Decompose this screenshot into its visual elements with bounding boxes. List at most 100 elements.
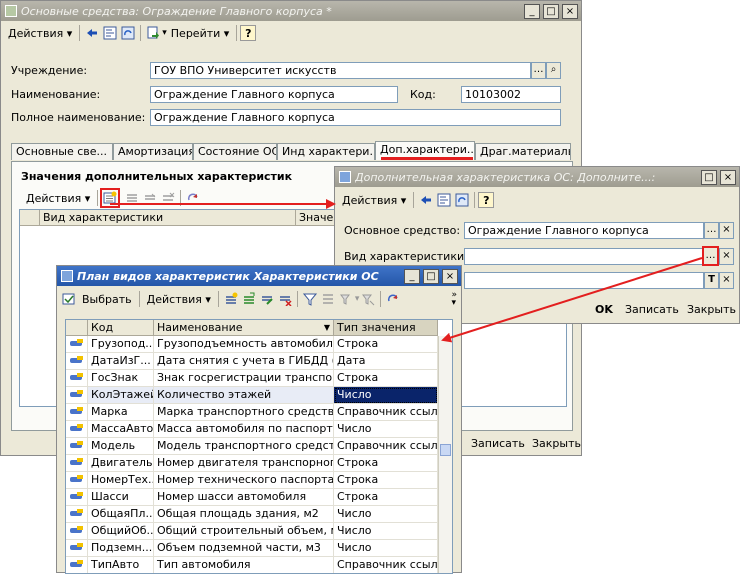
extra-actions-button[interactable]: Действия ▾ (338, 191, 410, 209)
edit-row-icon[interactable] (143, 191, 157, 205)
institution-field[interactable]: ГОУ ВПО Университет искусств (150, 62, 531, 79)
extra-close-button[interactable]: Закрыть (685, 302, 738, 320)
tab-basic[interactable]: Основные све... (11, 143, 113, 160)
plan-cell-code[interactable]: КолЭтажей (88, 387, 154, 404)
filter-list-icon[interactable] (321, 292, 335, 306)
plan-cell-type[interactable]: Число (334, 506, 438, 523)
maximize-button[interactable]: □ (543, 3, 559, 19)
plan-cell-code[interactable]: Модель (88, 438, 154, 455)
plan-cell-type[interactable]: Число (334, 387, 438, 404)
kind-select-button[interactable]: … (702, 246, 719, 266)
plan-actions-button[interactable]: Действия ▾ (143, 290, 215, 308)
tab-precious[interactable]: Драг.материалы (475, 143, 571, 160)
fullname-field[interactable]: Ограждение Главного корпуса (150, 109, 561, 126)
main-save-button[interactable]: Записать (469, 436, 527, 454)
plan-cell-code[interactable]: ГосЗнак (88, 370, 154, 387)
filter-history-icon[interactable] (339, 292, 353, 306)
document-flow-icon[interactable] (146, 26, 160, 40)
delete-row-icon[interactable] (161, 191, 175, 205)
structure-icon[interactable] (103, 26, 117, 40)
section-actions-button[interactable]: Действия ▾ (22, 189, 94, 207)
plan-cell-code[interactable]: Марка (88, 404, 154, 421)
help-button[interactable]: ? (240, 25, 257, 41)
asset-select-button[interactable]: … (704, 222, 719, 239)
extra-save-button[interactable]: Записать (623, 302, 681, 320)
grid-header-kind[interactable]: Вид характеристики (40, 210, 296, 226)
plan-scrollbar[interactable] (438, 336, 452, 573)
plan-cell-code[interactable]: МассаАвто (88, 421, 154, 438)
plan-cell-name[interactable]: Тип автомобиля (154, 557, 334, 573)
plan-cell-name[interactable]: Марка транспортного средства (154, 404, 334, 421)
plan-cell-name[interactable]: Номер двигателя транспорного ... (154, 455, 334, 472)
plan-cell-code[interactable]: ДатаИзГ... (88, 353, 154, 370)
plan-cell-code[interactable]: Подземн... (88, 540, 154, 557)
plan-cell-code[interactable]: ОбщийОб... (88, 523, 154, 540)
asset-field[interactable]: Ограждение Главного корпуса (464, 222, 704, 239)
refresh-icon[interactable] (121, 26, 135, 40)
plan-cell-name[interactable]: Масса автомобиля по паспорту, т (154, 421, 334, 438)
plan-cell-code[interactable]: ТипАвто (88, 557, 154, 573)
plan-cell-type[interactable]: Справочник ссыл... (334, 438, 438, 455)
maximize-button[interactable]: □ (701, 169, 717, 185)
plan-cell-name[interactable]: Грузоподъемность автомобиля (154, 336, 334, 353)
plan-grid[interactable]: Код Наименование ▼ Тип значения Грузопод… (65, 319, 453, 574)
dropdown-arrow-icon[interactable]: ▾ (355, 294, 360, 304)
institution-select-button[interactable]: … (531, 62, 546, 79)
scroll-thumb[interactable] (440, 444, 451, 456)
extra-help-button[interactable]: ? (478, 192, 495, 208)
plan-cell-type[interactable]: Строка (334, 489, 438, 506)
plan-cell-name[interactable]: Общий строительный объем, м3 (154, 523, 334, 540)
refresh-icon[interactable] (455, 193, 469, 207)
plan-cell-name[interactable]: Общая площадь здания, м2 (154, 506, 334, 523)
refresh-icon[interactable] (186, 191, 200, 205)
plan-cell-type[interactable]: Строка (334, 455, 438, 472)
select-button[interactable]: Выбрать (78, 290, 136, 308)
minimize-button[interactable]: _ (524, 3, 540, 19)
kind-clear-button[interactable]: × (719, 248, 734, 265)
plan-cell-name[interactable]: Количество этажей (154, 387, 334, 404)
plan-cell-name[interactable]: Номер технического паспорта а... (154, 472, 334, 489)
actions-menu-button[interactable]: Действия ▾ (4, 24, 76, 42)
plan-cell-name[interactable]: Номер шасси автомобиля (154, 489, 334, 506)
plan-cell-type[interactable]: Справочник ссыл... (334, 404, 438, 421)
tab-amortization[interactable]: Амортизация (113, 143, 193, 160)
tab-individual[interactable]: Инд характери... (277, 143, 375, 160)
plan-cell-type[interactable]: Строка (334, 370, 438, 387)
main-titlebar[interactable]: Основные средства: Ограждение Главного к… (1, 1, 581, 21)
copy-icon[interactable] (242, 292, 256, 306)
plan-cell-type[interactable]: Строка (334, 472, 438, 489)
structure-icon[interactable] (437, 193, 451, 207)
plan-header-type[interactable]: Тип значения (334, 320, 438, 336)
plan-cell-name[interactable]: Модель транспортного средства (154, 438, 334, 455)
toolbar-overflow-icon[interactable]: » ▾ (451, 291, 457, 308)
plan-cell-type[interactable]: Число (334, 540, 438, 557)
maximize-button[interactable]: □ (423, 268, 439, 284)
back-arrow-icon[interactable] (85, 26, 99, 40)
add-icon[interactable] (224, 292, 238, 306)
back-arrow-icon[interactable] (419, 193, 433, 207)
plan-cell-code[interactable]: Шасси (88, 489, 154, 506)
plan-cell-code[interactable]: ОбщаяПл... (88, 506, 154, 523)
tab-state[interactable]: Состояние ОС (193, 143, 277, 160)
code-field[interactable]: 10103002 (461, 86, 561, 103)
name-field[interactable]: Ограждение Главного корпуса (150, 86, 398, 103)
close-button[interactable]: × (562, 3, 578, 19)
clear-filter-icon[interactable] (361, 292, 375, 306)
plan-cell-name[interactable]: Объем подземной части, м3 (154, 540, 334, 557)
plan-cell-type[interactable]: Число (334, 421, 438, 438)
ok-button[interactable]: OK (593, 302, 615, 320)
close-button[interactable]: × (720, 169, 736, 185)
plan-cell-type[interactable]: Справочник ссыл... (334, 557, 438, 573)
plan-cell-code[interactable]: Грузопод... (88, 336, 154, 353)
add-row-icon[interactable] (100, 188, 121, 208)
edit-icon[interactable] (260, 292, 274, 306)
filter-icon[interactable] (302, 292, 317, 306)
copy-row-icon[interactable] (125, 191, 139, 205)
plan-header-name[interactable]: Наименование ▼ (154, 320, 334, 336)
kind-field[interactable] (464, 248, 704, 265)
value-type-button[interactable]: T (704, 272, 719, 289)
refresh-icon[interactable] (386, 292, 400, 306)
plan-header-code[interactable]: Код (88, 320, 154, 336)
plan-cell-code[interactable]: Двигатель (88, 455, 154, 472)
minimize-button[interactable]: _ (404, 268, 420, 284)
